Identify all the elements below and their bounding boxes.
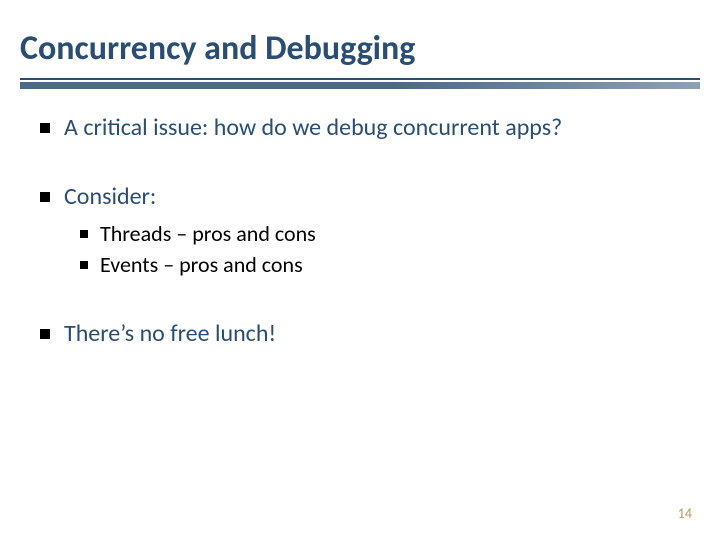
- bullet-text: Consider:: [64, 181, 690, 212]
- square-bullet-icon: [40, 192, 50, 202]
- sub-bullet-list: Threads – pros and cons Events – pros an…: [80, 220, 690, 279]
- square-bullet-icon: [40, 329, 50, 339]
- bullet-level1: There’s no free lunch!: [40, 318, 690, 349]
- title-rule: [20, 78, 700, 80]
- sub-bullet-text: Events – pros and cons: [100, 251, 303, 280]
- bullet-level1: A critical issue: how do we debug concur…: [40, 112, 690, 143]
- square-bullet-icon: [40, 123, 50, 133]
- bullet-level2: Events – pros and cons: [80, 251, 690, 280]
- sub-bullet-text: Threads – pros and cons: [100, 220, 316, 249]
- title-underline-bar: [20, 82, 700, 89]
- bullet-level2: Threads – pros and cons: [80, 220, 690, 249]
- slide: Concurrency and Debugging A critical iss…: [0, 0, 720, 540]
- slide-content: A critical issue: how do we debug concur…: [40, 112, 690, 387]
- square-bullet-icon: [80, 230, 88, 238]
- bullet-text: There’s no free lunch!: [64, 318, 690, 349]
- square-bullet-icon: [80, 261, 88, 269]
- bullet-text: A critical issue: how do we debug concur…: [64, 112, 690, 143]
- page-number: 14: [678, 505, 692, 522]
- bullet-level1: Consider:: [40, 181, 690, 212]
- slide-title: Concurrency and Debugging: [20, 28, 415, 69]
